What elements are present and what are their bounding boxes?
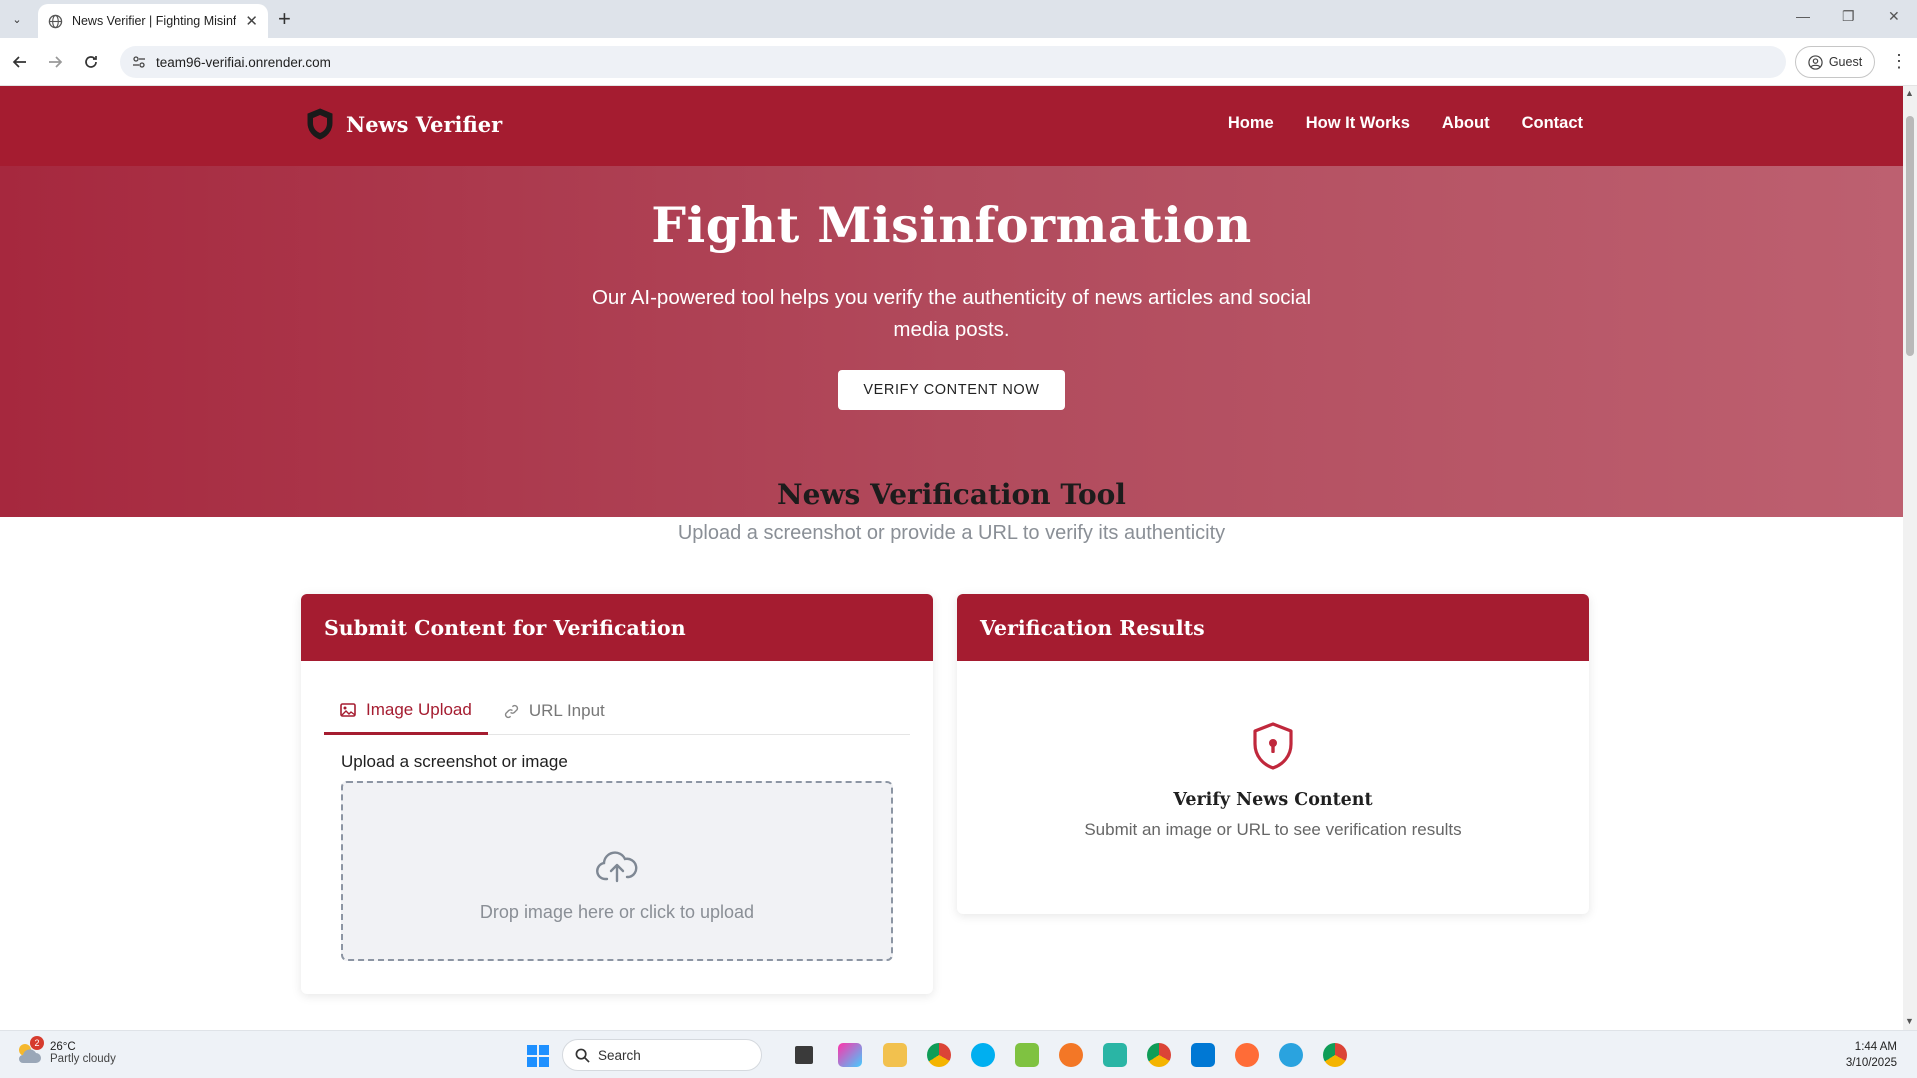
brand-name: News Verifier [346,111,503,137]
submit-card-header: Submit Content for Verification [301,594,933,661]
chrome-active-icon[interactable] [1323,1043,1347,1067]
cloud-upload-icon [596,851,638,883]
skype-icon[interactable] [971,1043,995,1067]
upload-label: Upload a screenshot or image [341,752,568,771]
windows-icon [527,1045,549,1067]
postman-icon[interactable] [1235,1043,1259,1067]
link-icon [504,704,518,718]
file-explorer-icon[interactable] [883,1043,907,1067]
search-icon [575,1048,590,1063]
main-nav: Home How It Works About Contact [1228,114,1583,133]
submit-card: Submit Content for Verification Image Up… [301,594,933,994]
nav-home[interactable]: Home [1228,114,1274,133]
forward-icon[interactable] [45,52,65,72]
taskbar-search[interactable]: Search [562,1039,762,1071]
tab-search-button[interactable]: ⌄ [6,8,28,30]
temperature: 26°C [50,1041,76,1053]
system-clock[interactable]: 1:44 AM 3/10/2025 [1846,1039,1897,1071]
scroll-up-icon[interactable]: ▲ [1905,88,1914,98]
reload-icon[interactable] [81,52,101,72]
results-card-title: Verification Results [980,615,1205,640]
back-icon[interactable] [10,52,30,72]
hero-section: Fight Misinformation Our AI-powered tool… [0,166,1903,517]
site-info-icon[interactable] [132,55,146,69]
results-subtitle: Submit an image or URL to see verificati… [1084,820,1462,839]
tab-url-input[interactable]: URL Input [488,687,621,735]
taskbar-search-label: Search [598,1047,641,1063]
page-scrollbar[interactable]: ▲ ▼ [1903,86,1917,1030]
results-placeholder: Verify News Content Submit an image or U… [957,661,1589,840]
copilot-icon[interactable] [838,1043,862,1067]
nav-contact[interactable]: Contact [1522,114,1583,133]
start-button[interactable] [526,1044,550,1073]
tool-title: News Verification Tool [777,478,1126,511]
url-text: team96-verifiai.onrender.com [156,54,331,70]
telegram-icon[interactable] [1279,1043,1303,1067]
restore-icon[interactable]: ❐ [1842,8,1855,25]
submit-card-title: Submit Content for Verification [324,615,686,640]
scroll-down-icon[interactable]: ▼ [1905,1016,1914,1026]
globe-icon [48,14,63,28]
results-title: Verify News Content [1173,790,1373,810]
hero-subtitle: Our AI-powered tool helps you verify the… [591,286,1311,341]
address-bar[interactable]: team96-verifiai.onrender.com [120,46,1786,78]
profile-button[interactable]: Guest [1795,46,1875,78]
shield-icon [307,108,333,140]
new-tab-button[interactable]: + [278,6,291,32]
minimize-icon[interactable]: — [1796,8,1810,24]
browser-toolbar: team96-verifiai.onrender.com Guest ⋮ [0,38,1917,86]
clock-time: 1:44 AM [1854,1041,1897,1053]
weather-widget[interactable]: 2 26°C Partly cloudy [14,1036,116,1067]
tab-image-upload-label: Image Upload [366,699,472,719]
results-card: Verification Results Verify News Content… [957,594,1589,914]
site-header: News Verifier Home How It Works About Co… [0,86,1903,166]
shield-lock-icon [1253,722,1293,770]
close-window-icon[interactable]: ✕ [1888,8,1900,25]
brand-logo[interactable]: News Verifier [306,108,502,140]
tool-subtitle: Upload a screenshot or provide a URL to … [677,522,1226,544]
tab-title: News Verifier | Fighting Misinfo [71,14,237,28]
clock-date: 3/10/2025 [1845,1057,1897,1069]
nav-about[interactable]: About [1442,114,1490,133]
vscode-icon[interactable] [1191,1043,1215,1067]
close-tab-icon[interactable]: ✕ [245,12,258,30]
nav-how-it-works[interactable]: How It Works [1306,114,1410,133]
verify-now-button[interactable]: VERIFY CONTENT NOW [838,370,1065,410]
weather-description: Partly cloudy [50,1053,116,1065]
input-tabs: Image Upload URL Input [324,687,910,735]
browser-tab[interactable]: News Verifier | Fighting Misinfo ✕ [38,4,268,38]
scroll-thumb[interactable] [1906,116,1914,356]
tab-url-input-label: URL Input [528,701,605,720]
results-card-header: Verification Results [957,594,1589,661]
browser-tab-strip: ⌄ News Verifier | Fighting Misinfo ✕ + —… [0,0,1917,38]
os-taskbar: 2 26°C Partly cloudy Search 1:44 AM 3/10… [0,1030,1917,1078]
page-viewport: News Verifier Home How It Works About Co… [0,86,1903,1030]
profile-icon [1808,54,1823,70]
profile-label: Guest [1828,55,1863,69]
network-app-icon[interactable] [1103,1043,1127,1067]
hero-title: Fight Misinformation [651,196,1252,254]
snipping-tool-icon[interactable] [1015,1043,1039,1067]
chrome-icon[interactable] [927,1043,951,1067]
browser-menu-icon[interactable]: ⋮ [1890,52,1908,70]
chrome-profile-icon[interactable] [1147,1043,1171,1067]
image-dropzone[interactable]: Drop image here or click to upload [341,781,893,961]
task-view-icon[interactable] [795,1046,813,1064]
tab-image-upload[interactable]: Image Upload [324,687,488,735]
jupyter-icon[interactable] [1059,1043,1083,1067]
image-icon [340,702,356,717]
weather-badge: 2 [30,1036,44,1050]
dropzone-text: Drop image here or click to upload [479,902,755,922]
